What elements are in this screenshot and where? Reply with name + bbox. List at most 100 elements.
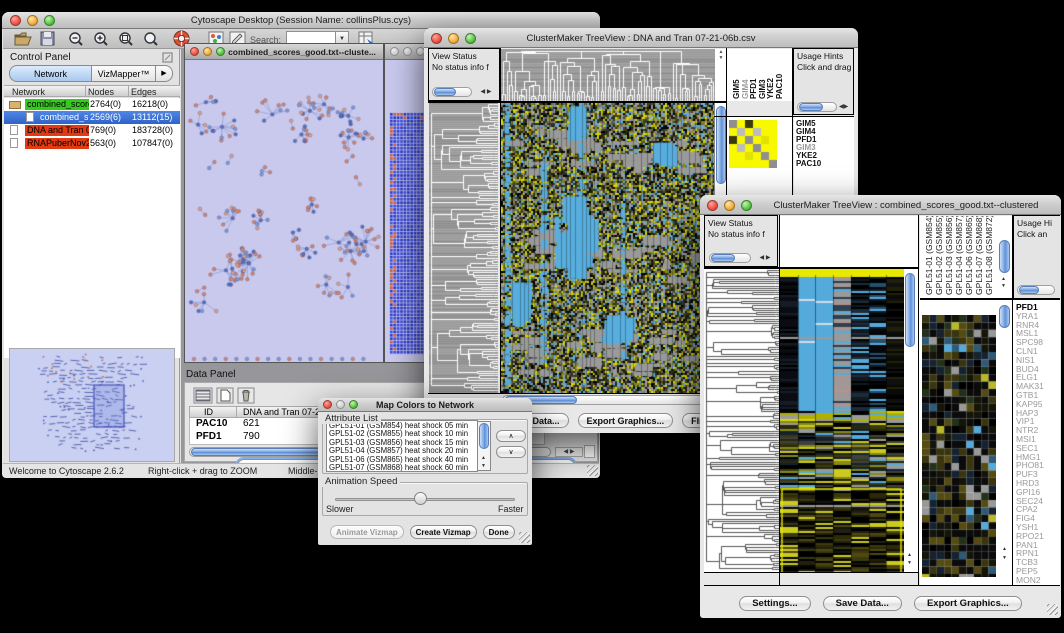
column-label[interactable]: GIM5 <box>732 79 741 99</box>
network-row[interactable]: RNAPuberNov2+! 563(0) 107847(0) <box>4 137 180 150</box>
resize-grip[interactable] <box>1047 604 1058 615</box>
row-dendrogram[interactable] <box>704 269 779 572</box>
genes-vscrollbar[interactable]: ▲▼ <box>998 300 1012 585</box>
network-view-canvas[interactable] <box>186 60 382 363</box>
treeview-button[interactable]: Export Graphics... <box>578 413 674 428</box>
row-label[interactable]: PAC10 <box>796 160 854 168</box>
control-panel: Control Panel NetworkVizMapper™▶ Network… <box>4 49 180 463</box>
gene-label[interactable]: MON2 <box>1016 576 1060 585</box>
close-button[interactable] <box>390 47 399 56</box>
network-overview[interactable] <box>9 348 175 462</box>
correlation-matrix[interactable] <box>729 120 777 168</box>
treeview2-buttons: Settings... Save Data... Export Graphics..… <box>700 593 1061 611</box>
column-label[interactable]: GPL51-08 (GSM872) <box>984 216 994 295</box>
usage-hints-title: Usage Hints <box>797 51 843 61</box>
zoom-selected-icon[interactable] <box>118 31 134 47</box>
minimize-button[interactable] <box>724 200 735 211</box>
col-edges[interactable]: Edges <box>131 87 157 97</box>
treeview-button[interactable]: Export Graphics... <box>914 596 1022 611</box>
zoom-button[interactable] <box>216 47 225 56</box>
move-down-button[interactable]: ∨ <box>496 446 526 458</box>
close-button[interactable] <box>190 47 199 56</box>
new-attribute-icon[interactable] <box>216 387 234 404</box>
treeview-button[interactable]: Settings... <box>739 596 810 611</box>
data-col-id[interactable]: ID <box>204 407 213 417</box>
attribute-list-scrollbar[interactable]: ▲▼ <box>478 421 491 471</box>
usage-hints-text: Click and drag tc <box>797 62 854 72</box>
column-dendrogram-pane[interactable] <box>780 216 918 267</box>
attribute-item[interactable]: GPL51-07 (GSM868) heat shock 60 min <box>327 464 477 472</box>
dialog-titlebar[interactable]: Map Colors to Network <box>318 398 532 412</box>
heatmap-hscrollbar[interactable] <box>502 395 712 405</box>
speed-slider-thumb[interactable] <box>414 492 427 505</box>
save-icon[interactable] <box>40 31 55 46</box>
view-status-panel: View Status No status info f ◀ ▶ <box>704 215 778 267</box>
scroll-arrows[interactable]: ◀ ▶ <box>755 254 775 263</box>
zoom-heatmap-pane <box>920 300 998 585</box>
treeview1-title: ClusterMaker TreeView : DNA and Tran 07-… <box>424 33 858 44</box>
heatmap-vscrollbar[interactable]: ▲▼ <box>904 269 917 572</box>
column-label[interactable]: GPL51-01 (GSM854) <box>924 216 934 295</box>
dialog-button[interactable]: Done <box>483 525 515 539</box>
status-hint-zoom: Right-click + drag to ZOOM <box>148 466 257 476</box>
column-dendrogram[interactable] <box>501 49 715 101</box>
treeview-button[interactable]: Save Data... <box>823 596 902 611</box>
column-label[interactable]: PFD1 <box>749 79 758 99</box>
usage-hints-scrollbar[interactable] <box>1017 285 1055 295</box>
attribute-list-label: Attribute List <box>322 413 381 424</box>
status-hint-pan: Middle- <box>288 466 318 476</box>
treeview1-titlebar[interactable]: ClusterMaker TreeView : DNA and Tran 07-… <box>424 28 858 48</box>
column-label[interactable]: GPL51-06 (GSM865) <box>964 216 974 295</box>
minimize-button[interactable] <box>203 47 212 56</box>
zoom-heatmap[interactable] <box>922 315 996 577</box>
treeview2-titlebar[interactable]: ClusterMaker TreeView : combined_scores_… <box>700 195 1061 215</box>
dialog-button[interactable]: Animate Vizmap <box>330 525 404 539</box>
column-labels-pane: GPL51-01 (GSM854)GPL51-02 (GSM855)GPL51-… <box>920 216 998 298</box>
view-status-scrollbar[interactable] <box>709 253 751 263</box>
column-label[interactable]: GPL51-04 (GSM857) <box>954 216 964 295</box>
network-row[interactable]: DNA and Tran 07 769(0) 183728(0) <box>4 124 180 137</box>
tab[interactable]: Network <box>9 65 91 82</box>
column-label[interactable]: PAC10 <box>775 74 784 99</box>
cytoscape-titlebar[interactable]: Cytoscape Desktop (Session Name: collins… <box>2 12 600 29</box>
col-nodes[interactable]: Nodes <box>88 87 114 97</box>
zoom-out-icon[interactable] <box>68 31 84 47</box>
view-status-scrollbar[interactable] <box>432 87 472 97</box>
column-label[interactable]: GPL51-07 (GSM868) <box>974 216 984 295</box>
network-table: combined_scores 2764(0) 16218(0) combine… <box>4 98 180 358</box>
column-label[interactable]: GPL51-02 (GSM855) <box>934 216 944 295</box>
dialog-button[interactable]: Create Vizmap <box>410 525 477 539</box>
minimize-button[interactable] <box>403 47 412 56</box>
labels-vscrollbar[interactable]: ▲▼ <box>998 216 1012 298</box>
data-hscroll-arrows[interactable]: ◀ ▶ <box>555 447 583 457</box>
network-row[interactable]: combined_scores 2764(0) 16218(0) <box>4 98 180 111</box>
resize-grip[interactable] <box>519 532 530 543</box>
delete-attribute-icon[interactable] <box>237 387 255 404</box>
resize-grip[interactable] <box>587 465 598 476</box>
data-hscroll-box[interactable] <box>584 445 595 458</box>
scroll-arrows[interactable]: ◀▶ <box>839 103 853 112</box>
window-title: Cytoscape Desktop (Session Name: collins… <box>2 15 600 26</box>
close-button[interactable] <box>707 200 718 211</box>
tab[interactable]: ▶ <box>155 65 173 82</box>
scroll-arrows[interactable]: ◀ ▶ <box>475 88 497 97</box>
table-mode-icon[interactable] <box>193 387 213 404</box>
network-row[interactable]: combined_sco 2569(6) 13112(15) <box>4 111 180 124</box>
animation-speed-label: Animation Speed <box>322 476 400 487</box>
view-status-text: No status info f <box>432 62 489 72</box>
tab[interactable]: VizMapper™ <box>91 65 155 82</box>
row-dendrogram[interactable] <box>429 103 498 393</box>
column-label[interactable]: GPL51-03 (GSM856) <box>944 216 954 295</box>
move-up-button[interactable]: ∧ <box>496 430 526 442</box>
zoom-button[interactable] <box>741 200 752 211</box>
heatmap[interactable] <box>780 269 904 572</box>
heatmap[interactable] <box>501 103 714 393</box>
open-file-icon[interactable] <box>14 31 32 46</box>
zoom-fit-icon[interactable] <box>143 31 159 47</box>
zoom-in-icon[interactable] <box>93 31 109 47</box>
treeview2-window: ClusterMaker TreeView : combined_scores_… <box>700 195 1061 618</box>
inner-titlebar[interactable]: combined_scores_good.txt--cluste... <box>185 44 383 60</box>
float-panel-icon[interactable] <box>162 52 173 63</box>
usage-hints-scrollbar[interactable] <box>797 102 837 112</box>
col-network[interactable]: Network <box>12 87 45 97</box>
